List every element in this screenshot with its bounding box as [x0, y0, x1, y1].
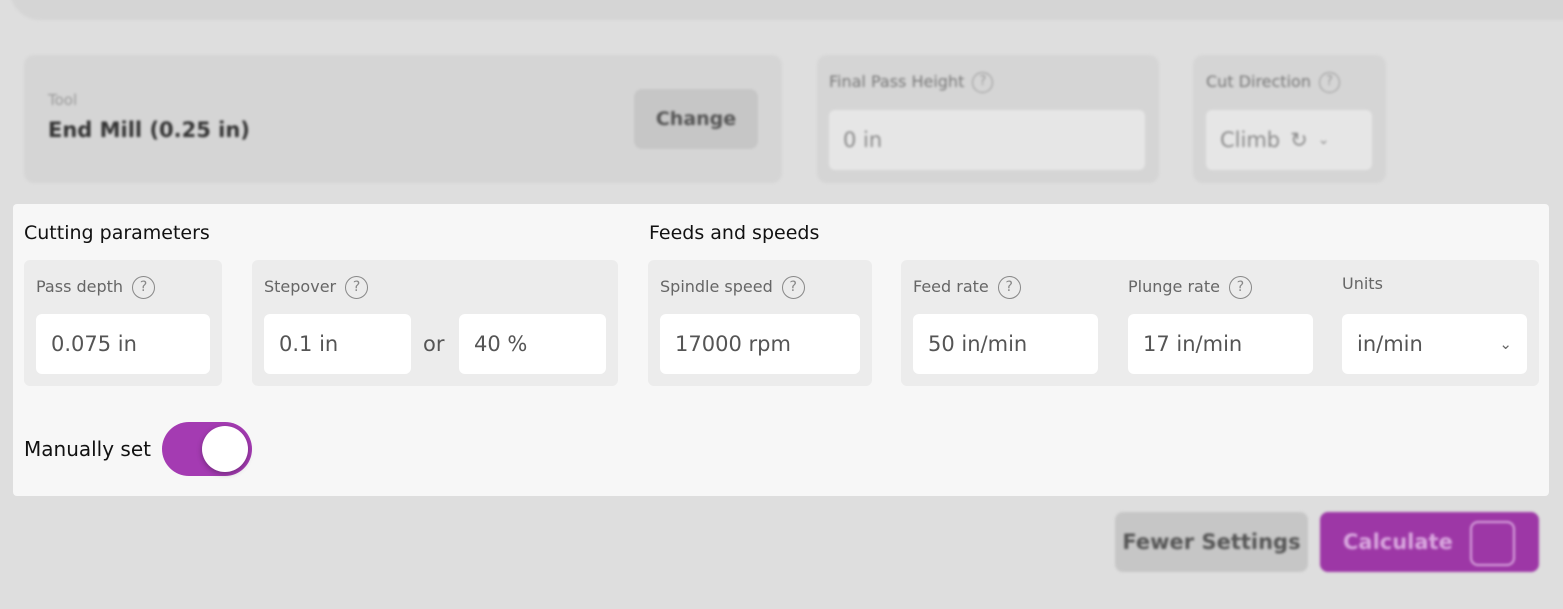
change-tool-button[interactable]: Change: [634, 89, 758, 149]
calculate-label: Calculate: [1343, 530, 1453, 554]
rates-group: Feed rate? 50 in/min Plunge rate? 17 in/…: [901, 260, 1539, 386]
stepover-percent-input[interactable]: 40 %: [459, 314, 606, 374]
final-pass-input[interactable]: 0 in: [829, 110, 1145, 170]
or-text: or: [423, 332, 445, 356]
stepover-group: Stepover? 0.1 in or 40 %: [252, 260, 618, 386]
help-icon[interactable]: ?: [997, 276, 1021, 299]
refresh-icon: ↻: [1290, 128, 1308, 152]
help-icon[interactable]: ?: [132, 276, 156, 299]
cut-direction-value: Climb: [1220, 128, 1281, 152]
feed-rate-label: Feed rate?: [913, 276, 1021, 299]
top-bar: [10, 0, 1563, 20]
help-icon[interactable]: ?: [781, 276, 805, 299]
help-icon[interactable]: ?: [972, 72, 994, 93]
manual-label: Manually set: [24, 437, 151, 461]
plunge-rate-input[interactable]: 17 in/min: [1128, 314, 1313, 374]
toggle-knob: [202, 426, 248, 472]
cut-direction-label: Cut Direction?: [1206, 72, 1340, 93]
fewer-settings-button[interactable]: Fewer Settings: [1115, 512, 1308, 572]
tool-name: End Mill (0.25 in): [48, 118, 250, 142]
pass-depth-group: Pass depth? 0.075 in: [24, 260, 222, 386]
plunge-rate-label: Plunge rate?: [1128, 276, 1252, 299]
units-label: Units: [1342, 274, 1383, 293]
chevron-down-icon: ⌄: [1499, 335, 1512, 353]
pass-depth-input[interactable]: 0.075 in: [36, 314, 210, 374]
final-pass-label: Final Pass Height?: [829, 72, 994, 93]
feed-rate-input[interactable]: 50 in/min: [913, 314, 1098, 374]
manual-toggle[interactable]: [162, 422, 252, 476]
units-select[interactable]: in/min ⌄: [1342, 314, 1527, 374]
cutting-title: Cutting parameters: [24, 222, 210, 244]
square-icon: [1470, 521, 1515, 566]
help-icon[interactable]: ?: [1228, 276, 1252, 299]
cut-direction-card: Cut Direction? Climb ↻ ⌄: [1193, 55, 1386, 183]
stepover-input[interactable]: 0.1 in: [264, 314, 411, 374]
final-pass-card: Final Pass Height? 0 in: [817, 55, 1159, 183]
calculate-button[interactable]: Calculate: [1320, 512, 1539, 572]
stepover-label: Stepover?: [264, 276, 369, 299]
units-value: in/min: [1357, 332, 1423, 356]
help-icon[interactable]: ?: [345, 276, 369, 299]
chevron-down-icon: ⌄: [1317, 132, 1330, 148]
pass-depth-label: Pass depth?: [36, 276, 156, 299]
spindle-label: Spindle speed?: [660, 276, 805, 299]
spindle-input[interactable]: 17000 rpm: [660, 314, 860, 374]
tool-card: Tool End Mill (0.25 in) Change: [24, 55, 782, 183]
help-icon[interactable]: ?: [1318, 72, 1340, 93]
feeds-title: Feeds and speeds: [649, 222, 820, 244]
spindle-group: Spindle speed? 17000 rpm: [648, 260, 872, 386]
tool-label: Tool: [48, 91, 78, 109]
cut-direction-select[interactable]: Climb ↻ ⌄: [1206, 110, 1372, 170]
